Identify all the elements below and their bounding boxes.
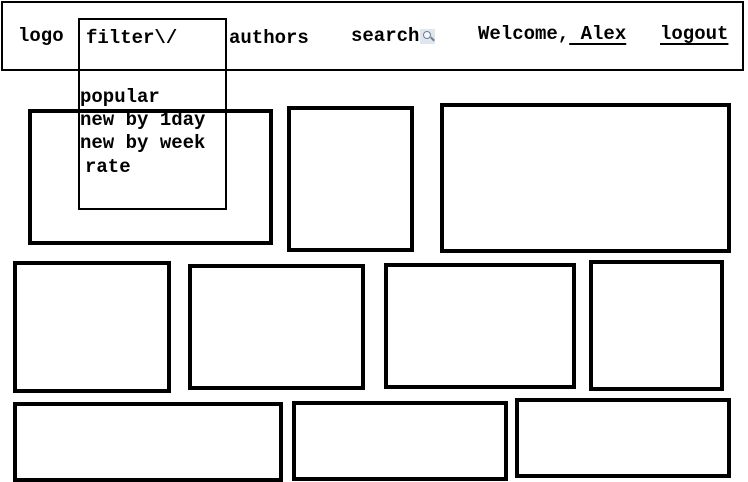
search-button[interactable]: search [351,25,436,47]
content-tile-9[interactable] [292,401,508,481]
logout-link[interactable]: logout [660,23,728,45]
content-tile-2[interactable] [287,106,414,252]
content-tile-7[interactable] [589,260,724,391]
username-link[interactable]: Alex [569,23,627,45]
content-tile-4[interactable] [13,261,171,393]
filter-option-popular[interactable]: popular [80,86,160,108]
content-tile-8[interactable] [13,402,283,482]
search-icon[interactable] [420,29,436,44]
content-tile-10[interactable] [515,398,731,478]
authors-link[interactable]: authors [229,27,309,49]
filter-dropdown-menu: popular new by 1day new by week rate [78,18,227,210]
welcome-text: Welcome, Alex [478,23,626,45]
content-tile-5[interactable] [188,264,365,390]
filter-option-rate[interactable]: rate [85,156,131,178]
search-label: search [351,25,420,47]
content-tile-6[interactable] [384,263,576,389]
logo[interactable]: logo [18,25,64,47]
filter-option-new-by-week[interactable]: new by week [80,132,205,154]
content-tile-3[interactable] [440,103,731,253]
filter-option-new-by-1day[interactable]: new by 1day [80,109,205,131]
welcome-prefix: Welcome, [478,23,570,45]
